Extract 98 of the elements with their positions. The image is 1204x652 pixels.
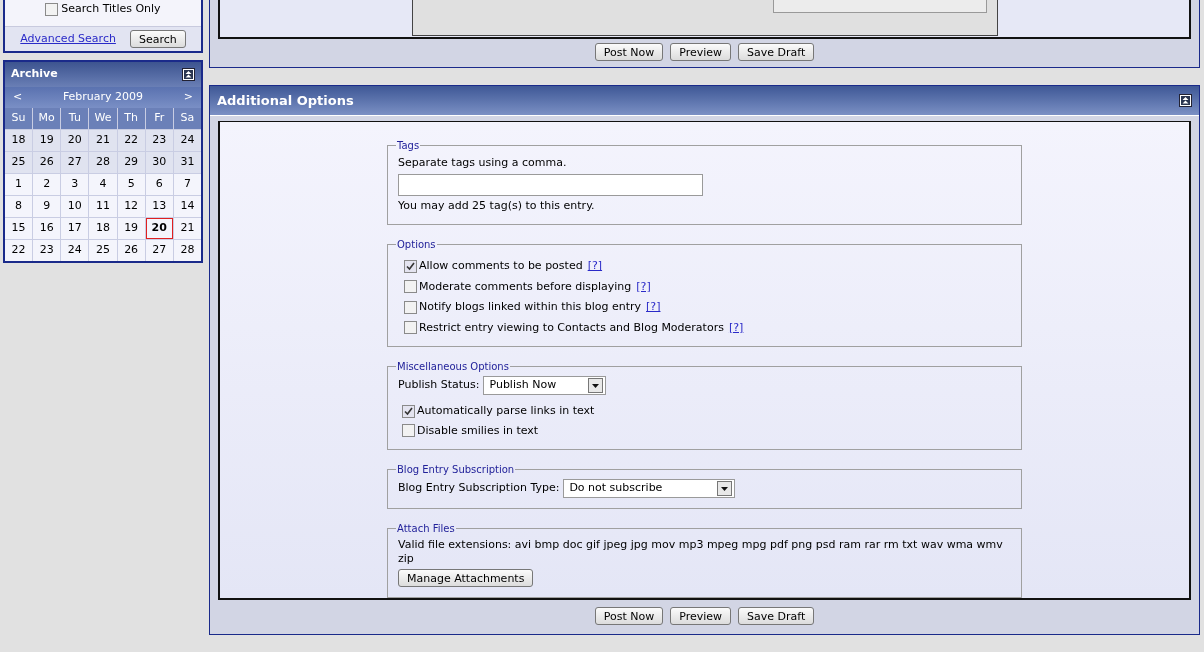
panel-title: Additional Options xyxy=(217,91,354,110)
help-link[interactable]: [?] xyxy=(646,299,661,316)
calendar-day[interactable]: 27 xyxy=(61,152,89,173)
calendar-day[interactable]: 19 xyxy=(33,130,61,151)
calendar-day[interactable]: 28 xyxy=(89,152,117,173)
calendar-day[interactable]: 30 xyxy=(145,152,173,173)
checkmark-icon xyxy=(406,261,415,271)
calendar-day[interactable]: 25 xyxy=(89,240,117,261)
collapse-icon[interactable] xyxy=(1179,94,1192,107)
collapse-icon[interactable] xyxy=(182,68,195,81)
calendar-day[interactable]: 26 xyxy=(33,152,61,173)
calendar-day[interactable]: 24 xyxy=(173,130,201,151)
weekday-header: Mo xyxy=(33,108,61,129)
publish-status-label: Publish Status: xyxy=(398,377,480,394)
checkbox-label: Search Titles Only xyxy=(61,0,161,17)
file-extensions-text: Valid file extensions: avi bmp doc gif jpeg jpg mov mp3 mpeg mpg pdf png psd ram rar rm txt wav wma wmv zip xyxy=(398,538,1004,566)
calendar-day[interactable]: 15 xyxy=(5,218,33,239)
calendar-day[interactable]: 13 xyxy=(145,196,173,217)
form-button[interactable]: Post Now xyxy=(594,43,664,61)
calendar-day[interactable]: 1 xyxy=(5,174,33,195)
weekday-header: We xyxy=(89,108,117,129)
calendar-day[interactable]: 5 xyxy=(117,174,145,195)
previous-month-link[interactable]: < xyxy=(13,89,23,106)
calendar-day[interactable]: 18 xyxy=(89,218,117,239)
form-button[interactable]: Preview xyxy=(670,43,732,61)
calendar-day[interactable]: 22 xyxy=(5,240,33,261)
weekday-header: Th xyxy=(117,108,145,129)
next-month-link[interactable]: > xyxy=(183,89,193,106)
fieldset-legend: Blog Entry Subscription xyxy=(396,462,516,477)
option-label: Notify blogs linked within this blog entry xyxy=(419,299,642,315)
calendar-day[interactable]: 12 xyxy=(117,196,145,217)
option-label: Automatically parse links in text xyxy=(417,403,595,419)
calendar-day[interactable]: 23 xyxy=(33,240,61,261)
calendar-day[interactable]: 20 xyxy=(61,130,89,151)
calendar-day[interactable]: 11 xyxy=(89,196,117,217)
checkbox[interactable] xyxy=(404,300,417,314)
option-label: Allow comments to be posted xyxy=(419,258,583,274)
manage-attachments-button[interactable]: Manage Attachments xyxy=(398,569,534,587)
month-title: February 2009 xyxy=(62,89,144,106)
calendar-day[interactable]: 9 xyxy=(33,196,61,217)
calendar-day[interactable]: 23 xyxy=(145,130,173,151)
search-button[interactable]: Search xyxy=(129,30,186,48)
option-label: Disable smilies in text xyxy=(417,422,539,439)
checkbox[interactable] xyxy=(404,280,417,294)
weekday-header: Fr xyxy=(145,108,173,129)
fieldset-legend: Attach Files xyxy=(396,521,456,536)
calendar-day[interactable]: 14 xyxy=(173,196,201,217)
tags-hint: Separate tags using a comma. xyxy=(398,155,568,171)
checkbox[interactable] xyxy=(404,321,417,335)
calendar-day[interactable]: 27 xyxy=(145,240,173,261)
calendar-day[interactable]: 24 xyxy=(61,240,89,261)
dropdown[interactable]: Publish Now xyxy=(483,376,607,395)
calendar-day[interactable]: 29 xyxy=(117,152,145,173)
weekday-header: Tu xyxy=(61,108,89,129)
archive-title: Archive xyxy=(11,66,58,83)
tags-note: You may add 25 tag(s) to this entry. xyxy=(398,197,596,214)
calendar-day[interactable]: 31 xyxy=(173,152,201,173)
tags-input[interactable] xyxy=(398,173,703,196)
checkbox[interactable] xyxy=(402,404,415,418)
calendar-day[interactable]: 3 xyxy=(61,174,89,195)
calendar-day[interactable]: 4 xyxy=(89,174,117,195)
dropdown[interactable]: Do not subscribe xyxy=(563,479,736,498)
calendar-day[interactable]: 25 xyxy=(5,152,33,173)
checkmark-icon xyxy=(404,406,413,416)
calendar-day[interactable]: 17 xyxy=(61,218,89,239)
weekday-header: Sa xyxy=(173,108,201,129)
help-link[interactable]: [?] xyxy=(636,278,651,295)
calendar-day[interactable]: 19 xyxy=(117,218,145,239)
fieldset-legend: Options xyxy=(396,237,437,252)
checkbox[interactable] xyxy=(404,259,417,273)
calendar-day[interactable]: 18 xyxy=(5,130,33,151)
form-button[interactable]: Preview xyxy=(670,607,732,625)
help-link[interactable]: [?] xyxy=(587,258,603,275)
calendar-day[interactable]: 10 xyxy=(61,196,89,217)
help-link[interactable]: [?] xyxy=(728,319,744,336)
calendar-day[interactable]: 16 xyxy=(33,218,61,239)
advanced-search-link[interactable]: Advanced Search xyxy=(20,30,116,48)
calendar-day[interactable]: 28 xyxy=(173,240,201,261)
fieldset-legend: Miscellaneous Options xyxy=(396,359,510,374)
form-button[interactable]: Post Now xyxy=(594,607,664,625)
fieldset-legend: Tags xyxy=(396,138,421,153)
calendar-day[interactable]: 2 xyxy=(33,174,61,195)
calendar-day[interactable]: 22 xyxy=(117,130,145,151)
form-button[interactable]: Save Draft xyxy=(738,43,815,61)
calendar-day[interactable]: 7 xyxy=(173,174,201,195)
checkbox[interactable] xyxy=(45,2,59,16)
calendar-day[interactable]: 21 xyxy=(89,130,117,151)
calendar-day[interactable]: 20 xyxy=(145,218,173,239)
checkbox[interactable] xyxy=(402,424,415,438)
calendar-day[interactable]: 8 xyxy=(5,196,33,217)
option-label: Moderate comments before displaying xyxy=(419,278,632,295)
calendar-day[interactable]: 21 xyxy=(173,218,201,239)
weekday-header: Su xyxy=(5,108,33,129)
calendar-day[interactable]: 26 xyxy=(117,240,145,261)
subscription-type-label: Blog Entry Subscription Type: xyxy=(398,480,560,497)
option-label: Restrict entry viewing to Contacts and Blog Moderators xyxy=(419,319,724,336)
form-button[interactable]: Save Draft xyxy=(738,607,815,625)
calendar-day[interactable]: 6 xyxy=(145,174,173,195)
